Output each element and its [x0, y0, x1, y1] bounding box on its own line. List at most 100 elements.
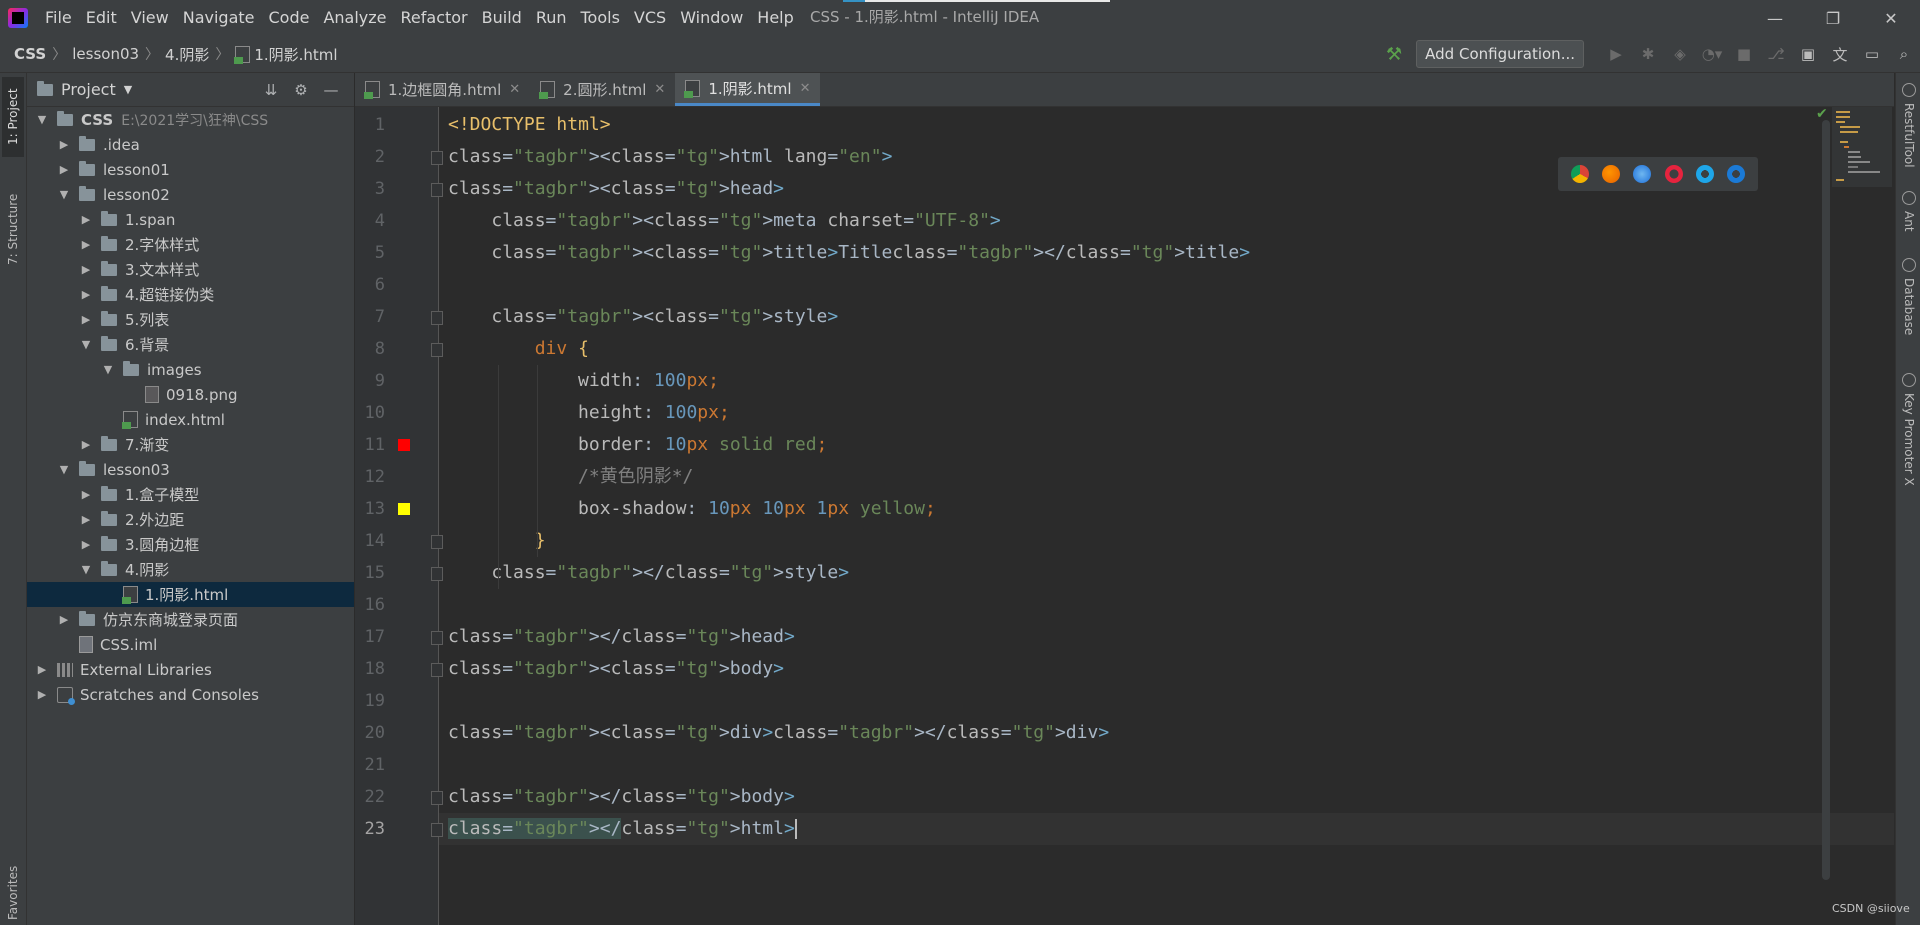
coverage-icon[interactable]: ◈: [1664, 45, 1696, 63]
fold-marker-icon[interactable]: [431, 343, 443, 357]
menu-window[interactable]: Window: [673, 0, 750, 36]
collapsed-arrow-icon[interactable]: ▶: [35, 688, 49, 701]
right-tool-tab[interactable]: RestfulTool: [1898, 83, 1920, 183]
tree-item[interactable]: ▼ lesson03: [27, 457, 354, 482]
presentation-icon[interactable]: ▭: [1856, 45, 1888, 63]
tree-item[interactable]: ▶ 3.圆角边框: [27, 532, 354, 557]
menu-tools[interactable]: Tools: [574, 0, 627, 36]
minimize-button[interactable]: —: [1746, 0, 1804, 36]
tree-item[interactable]: index.html: [27, 407, 354, 432]
close-tab-icon[interactable]: ✕: [800, 81, 811, 96]
menu-analyze[interactable]: Analyze: [316, 0, 393, 36]
fold-marker-icon[interactable]: [431, 183, 443, 197]
structure-tool-tab[interactable]: 7: Structure: [2, 183, 24, 275]
build-hammer-icon[interactable]: ⚒: [1386, 44, 1402, 65]
edge-icon[interactable]: [1727, 165, 1746, 183]
favorites-tool-tab[interactable]: Favorites: [2, 863, 24, 923]
tree-item[interactable]: ▶ 2.字体样式: [27, 232, 354, 257]
menu-help[interactable]: Help: [750, 0, 800, 36]
profile-icon[interactable]: ◔▾: [1696, 45, 1728, 63]
breadcrumb-lesson03[interactable]: lesson03: [72, 45, 139, 63]
stop-icon[interactable]: ■: [1728, 45, 1760, 63]
tree-item[interactable]: ▶ 3.文本样式: [27, 257, 354, 282]
gear-icon[interactable]: ⚙: [286, 81, 316, 99]
tree-item[interactable]: ▶ 1.盒子模型: [27, 482, 354, 507]
right-tool-tab[interactable]: Key Promoter X: [1898, 373, 1920, 503]
tree-item[interactable]: ▶ 4.超链接伪类: [27, 282, 354, 307]
breadcrumb-project[interactable]: CSS: [14, 45, 46, 63]
project-tool-tab[interactable]: 1: Project: [2, 77, 24, 157]
expanded-arrow-icon[interactable]: ▼: [79, 563, 93, 576]
tree-item[interactable]: ▼ CSS E:\2021学习\狂神\CSS: [27, 107, 354, 132]
collapsed-arrow-icon[interactable]: ▶: [57, 163, 71, 176]
expanded-arrow-icon[interactable]: ▼: [79, 338, 93, 351]
breadcrumb-folder[interactable]: 4.阴影: [165, 44, 209, 65]
menu-refactor[interactable]: Refactor: [394, 0, 475, 36]
fold-marker-icon[interactable]: [431, 311, 443, 325]
expanded-arrow-icon[interactable]: ▼: [101, 363, 115, 376]
collapsed-arrow-icon[interactable]: ▶: [35, 663, 49, 676]
tree-item[interactable]: 1.阴影.html: [27, 582, 354, 607]
collapsed-arrow-icon[interactable]: ▶: [79, 488, 93, 501]
menu-run[interactable]: Run: [529, 0, 574, 36]
tree-item[interactable]: ▶ External Libraries: [27, 657, 354, 682]
firefox-icon[interactable]: [1601, 165, 1620, 183]
fold-marker-icon[interactable]: [431, 631, 443, 645]
fold-marker-icon[interactable]: [431, 567, 443, 581]
menu-navigate[interactable]: Navigate: [176, 0, 262, 36]
expanded-arrow-icon[interactable]: ▼: [57, 463, 71, 476]
hide-panel-icon[interactable]: —: [316, 81, 346, 99]
editor-tab[interactable]: 2.圆形.html ✕: [530, 73, 675, 106]
editor-tab[interactable]: 1.边框圆角.html ✕: [355, 73, 530, 106]
opera-icon[interactable]: [1664, 165, 1683, 183]
expanded-arrow-icon[interactable]: ▼: [57, 188, 71, 201]
close-button[interactable]: ✕: [1862, 0, 1920, 36]
collapsed-arrow-icon[interactable]: ▶: [79, 238, 93, 251]
fold-marker-icon[interactable]: [431, 823, 443, 837]
tree-item[interactable]: ▼ images: [27, 357, 354, 382]
collapsed-arrow-icon[interactable]: ▶: [79, 313, 93, 326]
collapsed-arrow-icon[interactable]: ▶: [79, 213, 93, 226]
color-swatch-icon[interactable]: [398, 503, 410, 515]
tree-item[interactable]: ▶ .idea: [27, 132, 354, 157]
close-tab-icon[interactable]: ✕: [654, 82, 665, 97]
collapsed-arrow-icon[interactable]: ▶: [79, 288, 93, 301]
project-view-selector[interactable]: Project ▼: [37, 80, 132, 99]
run-icon[interactable]: ▶: [1600, 45, 1632, 63]
menu-build[interactable]: Build: [475, 0, 529, 36]
restore-button[interactable]: ❐: [1804, 0, 1862, 36]
tree-item[interactable]: CSS.iml: [27, 632, 354, 657]
breadcrumb-file[interactable]: 1.阴影.html: [254, 44, 337, 65]
collapsed-arrow-icon[interactable]: ▶: [79, 538, 93, 551]
vcs-icon[interactable]: ⎇: [1760, 45, 1792, 63]
collapsed-arrow-icon[interactable]: ▶: [79, 263, 93, 276]
fold-marker-icon[interactable]: [431, 151, 443, 165]
chrome-icon[interactable]: [1570, 165, 1589, 183]
code-minimap[interactable]: [1832, 107, 1892, 187]
tree-item[interactable]: ▶ 7.渐变: [27, 432, 354, 457]
expanded-arrow-icon[interactable]: ▼: [35, 113, 49, 126]
right-tool-tab[interactable]: Database: [1898, 258, 1920, 348]
collapsed-arrow-icon[interactable]: ▶: [57, 138, 71, 151]
menu-view[interactable]: View: [124, 0, 176, 36]
debug-icon[interactable]: ✱: [1632, 45, 1664, 63]
tree-item[interactable]: ▶ lesson01: [27, 157, 354, 182]
collapsed-arrow-icon[interactable]: ▶: [79, 513, 93, 526]
tree-item[interactable]: ▼ 4.阴影: [27, 557, 354, 582]
safari-icon[interactable]: [1633, 165, 1652, 183]
tree-item[interactable]: ▶ 仿京东商城登录页面: [27, 607, 354, 632]
tree-item[interactable]: ▶ Scratches and Consoles: [27, 682, 354, 707]
menu-vcs[interactable]: VCS: [627, 0, 673, 36]
right-tool-tab[interactable]: Ant: [1898, 191, 1920, 251]
ie-icon[interactable]: [1695, 165, 1714, 183]
collapse-all-icon[interactable]: ⇊: [256, 81, 286, 99]
search-icon[interactable]: ⌕: [1888, 45, 1920, 63]
tree-item[interactable]: ▶ 2.外边距: [27, 507, 354, 532]
menu-edit[interactable]: Edit: [79, 0, 124, 36]
menu-code[interactable]: Code: [262, 0, 317, 36]
fold-marker-icon[interactable]: [431, 791, 443, 805]
add-configuration-button[interactable]: Add Configuration...: [1416, 40, 1584, 68]
code-editor[interactable]: 1 <!DOCTYPE html> 2 class="tagbr"><class="t…: [355, 107, 1894, 925]
collapsed-arrow-icon[interactable]: ▶: [79, 438, 93, 451]
tree-item[interactable]: ▼ 6.背景: [27, 332, 354, 357]
